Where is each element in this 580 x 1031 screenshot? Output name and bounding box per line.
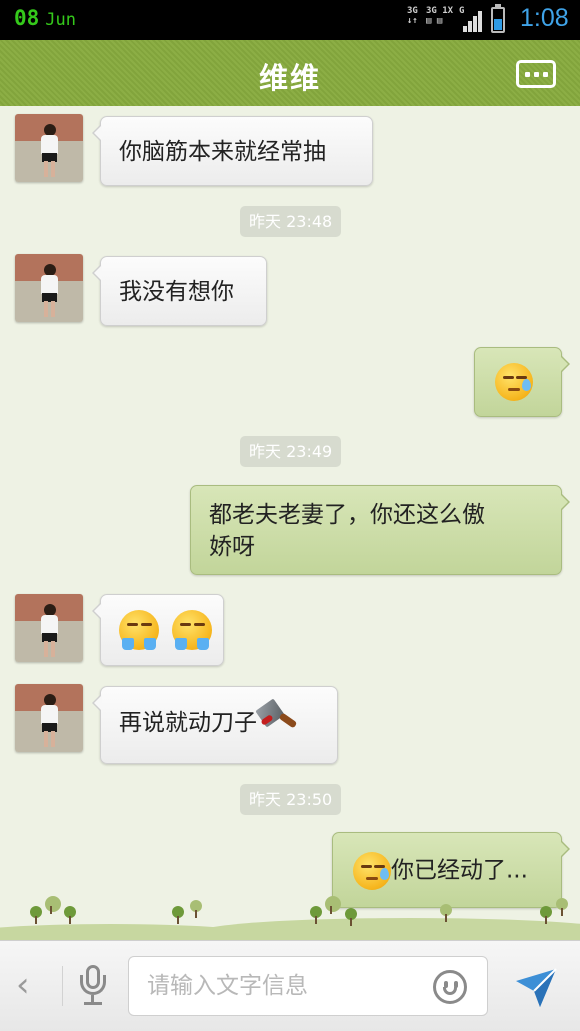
title-bar: 维维: [0, 40, 580, 112]
message-text-line-2: 娇呀: [209, 534, 255, 560]
divider: [62, 966, 63, 1006]
battery-icon: [491, 4, 505, 33]
received-message-bubble[interactable]: 你脑筋本来就经常抽: [92, 116, 373, 186]
chevron-left-icon[interactable]: ‹: [16, 965, 30, 1005]
network-1x-icon: 3G 1X ▤ ▤: [426, 6, 454, 26]
received-message-bubble[interactable]: 我没有想你: [92, 256, 267, 326]
network-3g-label: 3G: [407, 6, 418, 16]
status-day: 08: [14, 6, 40, 30]
timestamp: 昨天 23:48: [240, 206, 342, 237]
message-text-line-1: 都老夫老妻了，你还这么傲: [209, 502, 485, 528]
sent-message-bubble[interactable]: [474, 347, 570, 417]
status-time: 1:08: [520, 4, 569, 32]
cleaver-icon: [255, 697, 299, 733]
message-text: 我没有想你: [119, 279, 234, 305]
input-bar: ‹ 请输入文字信息: [0, 940, 580, 1031]
received-message-bubble[interactable]: [92, 594, 224, 666]
crying-face-emoji: [172, 610, 213, 650]
message-text: 再说就动刀子: [119, 710, 257, 736]
send-icon[interactable]: [512, 963, 560, 1011]
avatar[interactable]: [15, 684, 83, 752]
status-date: 08 Jun: [14, 6, 76, 30]
status-bar: 08 Jun 3G ↓↑ 3G 1X ▤ ▤ G 1:08: [0, 0, 580, 40]
sent-message-bubble[interactable]: 都老夫老妻了，你还这么傲 娇呀: [190, 485, 570, 575]
more-dots-icon[interactable]: [516, 60, 556, 88]
background-scenery: [0, 886, 580, 940]
message-text: 你已经动了...: [391, 857, 528, 884]
microphone-icon[interactable]: [78, 965, 108, 1005]
sweat-face-emoji: [495, 363, 533, 401]
sweat-face-emoji: [353, 852, 391, 890]
timestamp: 昨天 23:49: [240, 436, 342, 467]
signal-icon: [463, 10, 483, 32]
received-message-bubble[interactable]: 再说就动刀子: [92, 686, 338, 764]
smiley-icon[interactable]: [433, 970, 467, 1004]
status-month: Jun: [45, 10, 77, 30]
network-3g-icon: 3G ↓↑: [407, 6, 418, 26]
avatar[interactable]: [15, 254, 83, 322]
timestamp: 昨天 23:50: [240, 784, 342, 815]
network-1x-label: 3G 1X: [426, 6, 454, 16]
message-text: 你脑筋本来就经常抽: [119, 139, 326, 165]
crying-face-emoji: [119, 610, 159, 650]
avatar[interactable]: [15, 114, 83, 182]
avatar[interactable]: [15, 594, 83, 662]
chat-title: 维维: [258, 61, 321, 95]
chat-area[interactable]: 你脑筋本来就经常抽 昨天 23:48 我没有想你 昨天 23:49 都老夫老妻了…: [0, 106, 580, 940]
